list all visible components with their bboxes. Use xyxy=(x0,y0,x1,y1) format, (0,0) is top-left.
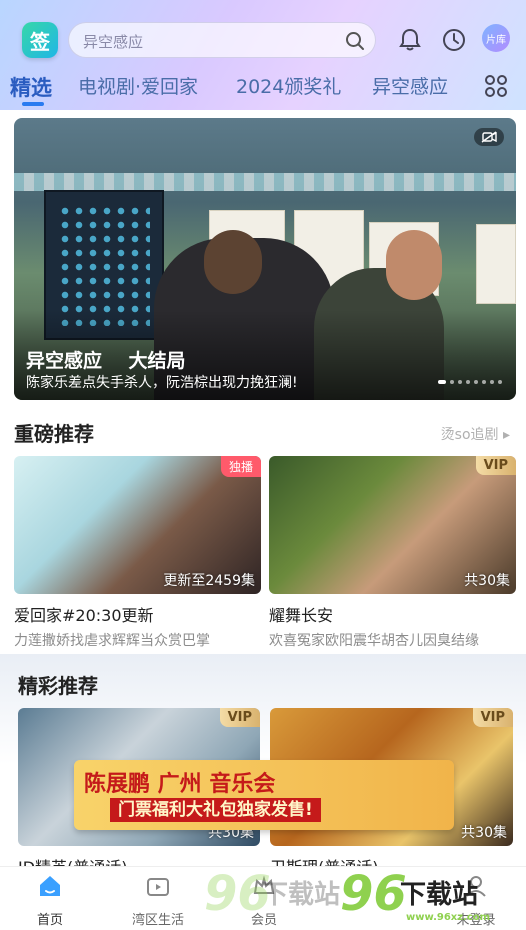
watermark-url: www.96xz.com xyxy=(406,912,491,923)
drama-card[interactable]: 独播 更新至2459集 爱回家#20:30更新 力莲撒娇找虐求辉辉当众赏巴掌 xyxy=(14,456,261,650)
nav-home[interactable]: 首页 xyxy=(10,873,90,928)
episode-count: 共30集 xyxy=(464,573,510,589)
mute-icon[interactable] xyxy=(474,128,504,146)
active-tab-indicator xyxy=(22,102,44,106)
section-more-link[interactable]: 烫so追剧 ▸ xyxy=(441,424,510,444)
vip-badge: VIP xyxy=(475,456,516,475)
banner-actor-head xyxy=(386,230,442,300)
banner-poster xyxy=(476,224,516,304)
bell-icon[interactable] xyxy=(396,26,424,54)
drama-thumbnail: VIP 共30集 xyxy=(269,456,516,594)
section-title-top-picks: 重磅推荐 xyxy=(14,422,94,446)
home-icon xyxy=(40,876,60,896)
hero-banner[interactable]: 异空感应 大结局 陈家乐差点失手杀人，阮浩棕出现力挽狂澜! xyxy=(14,118,516,400)
drama-description: 欢喜冤家欧阳震华胡杏儿因臭结缘 xyxy=(269,633,479,649)
pagination-dot[interactable] xyxy=(490,380,494,384)
banner-actor-head xyxy=(204,230,262,294)
drama-title: 耀舞长安 xyxy=(269,606,334,625)
episode-count: 更新至2459集 xyxy=(163,573,255,589)
concert-ad-banner[interactable]: 陈展鹏 广州 音乐会 门票福利大礼包独家发售! xyxy=(74,760,454,830)
drama-card[interactable]: VIP 共30集 耀舞长安 欢喜冤家欧阳震华胡杏儿因臭结缘 xyxy=(269,456,516,650)
tab-featured[interactable]: 精选 xyxy=(10,72,52,102)
pagination-dot[interactable] xyxy=(438,380,446,384)
tab-show[interactable]: 异空感应 xyxy=(372,72,448,99)
tab-tv-drama[interactable]: 电视剧·爱回家 xyxy=(78,72,198,99)
vip-badge: VIP xyxy=(472,708,513,727)
section-title-highlights: 精彩推荐 xyxy=(18,674,98,698)
tab-awards-2024[interactable]: 2024颁奖礼 xyxy=(236,72,341,99)
watermark-text: 下载站 xyxy=(400,880,479,910)
search-placeholder: 异空感应 xyxy=(83,33,144,51)
pagination-dot[interactable] xyxy=(474,380,478,384)
site-watermark: 96 下载站 96 下载站 www.96xz.com xyxy=(200,866,526,930)
banner-title: 异空感应 大结局 xyxy=(26,350,186,372)
checkin-logo-icon[interactable]: 签 xyxy=(22,22,58,58)
nav-bay-area-life[interactable]: 湾区生活 xyxy=(118,873,198,928)
vip-badge: VIP xyxy=(219,708,260,727)
ad-subline: 门票福利大礼包独家发售! xyxy=(110,798,321,822)
watermark-text: 下载站 xyxy=(262,880,341,910)
user-avatar[interactable]: 片库 xyxy=(482,24,510,52)
category-tabs: 精选 电视剧·爱回家 2024颁奖礼 异空感应 xyxy=(0,68,526,106)
nav-label: 湾区生活 xyxy=(131,913,184,928)
drama-title: 爱回家#20:30更新 xyxy=(14,606,154,625)
pagination-dot[interactable] xyxy=(458,380,462,384)
ad-headline: 陈展鹏 广州 音乐会 xyxy=(84,772,276,797)
search-bar[interactable]: 异空感应 xyxy=(68,22,376,58)
pagination-dot[interactable] xyxy=(482,380,486,384)
banner-subtitle: 陈家乐差点失手杀人，阮浩棕出现力挽狂澜! xyxy=(26,375,298,391)
more-link-label: 烫so追剧 xyxy=(440,427,499,443)
tv-icon xyxy=(147,878,169,896)
exclusive-badge: 独播 xyxy=(220,456,261,477)
banner-wall-decoration xyxy=(14,173,516,191)
watermark-logo: 96 xyxy=(204,866,271,922)
watermark-logo: 96 xyxy=(340,866,407,922)
grid-menu-icon[interactable] xyxy=(484,74,508,98)
banner-pagination[interactable] xyxy=(438,380,502,384)
header-bar: 签 异空感应 片库 精选 电视剧·爱回家 2024颁奖礼 异空感应 xyxy=(0,0,526,110)
pagination-dot[interactable] xyxy=(450,380,454,384)
nav-label: 首页 xyxy=(36,913,63,928)
search-icon[interactable] xyxy=(345,31,365,51)
drama-thumbnail: 独播 更新至2459集 xyxy=(14,456,261,594)
pagination-dot[interactable] xyxy=(498,380,502,384)
history-clock-icon[interactable] xyxy=(440,26,468,54)
drama-description: 力莲撒娇找虐求辉辉当众赏巴掌 xyxy=(14,633,210,649)
pagination-dot[interactable] xyxy=(466,380,470,384)
episode-count: 共30集 xyxy=(461,825,507,841)
chevron-right-icon: ▸ xyxy=(502,427,510,443)
